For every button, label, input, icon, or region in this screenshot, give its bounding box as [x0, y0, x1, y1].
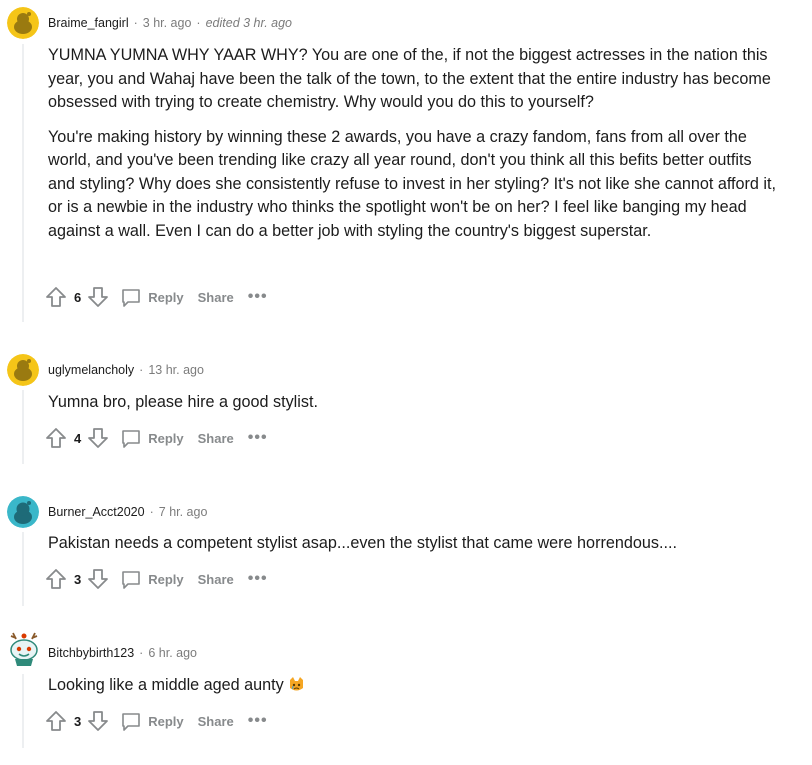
- author-name[interactable]: uglymelancholy: [48, 363, 134, 377]
- share-button[interactable]: Share: [198, 714, 234, 729]
- speech-bubble-icon: [122, 713, 141, 731]
- downvote-arrow-icon[interactable]: [86, 567, 110, 591]
- reply-label: Reply: [148, 571, 184, 587]
- crying-cat-emoji: [288, 676, 305, 701]
- avatar[interactable]: [7, 496, 39, 528]
- author-name[interactable]: Burner_Acct2020: [48, 505, 145, 519]
- comment-body: Looking like a middle aged aunty: [48, 674, 778, 712]
- comment-actions: 3 Reply Share •••: [44, 707, 268, 735]
- comment-actions: 3 Reply Share •••: [44, 565, 268, 593]
- edited-label: edited 3 hr. ago: [205, 16, 293, 30]
- reply-label: Reply: [148, 713, 184, 729]
- separator: ·: [149, 505, 154, 519]
- thread-line[interactable]: [22, 532, 24, 606]
- comment-meta: Bitchbybirth123 · 6 hr. ago: [48, 643, 197, 663]
- comment-text: Looking like a middle aged aunty: [48, 676, 284, 694]
- speech-bubble-icon: [122, 430, 141, 448]
- comment-paragraph: Pakistan needs a competent stylist asap.…: [48, 534, 677, 552]
- reply-button[interactable]: Reply: [120, 710, 184, 732]
- share-button[interactable]: Share: [198, 290, 234, 305]
- festive-snoo-avatar-icon: [10, 632, 38, 666]
- reply-button[interactable]: Reply: [120, 427, 184, 449]
- comment-actions: 4 Reply Share •••: [44, 424, 268, 452]
- share-button[interactable]: Share: [198, 572, 234, 587]
- avatar[interactable]: [7, 630, 39, 666]
- reply-label: Reply: [148, 430, 184, 446]
- comment-meta: Braime_fangirl · 3 hr. ago · edited 3 hr…: [48, 13, 292, 33]
- more-options-icon[interactable]: •••: [248, 571, 268, 587]
- separator: ·: [139, 363, 144, 377]
- comment-paragraph: YUMNA YUMNA WHY YAAR WHY? You are one of…: [48, 46, 771, 111]
- comment-body: Yumna bro, please hire a good stylist.: [48, 391, 778, 426]
- vote-count: 3: [74, 571, 82, 587]
- reply-label: Reply: [148, 289, 184, 305]
- timestamp[interactable]: 3 hr. ago: [143, 16, 192, 30]
- upvote-arrow-icon[interactable]: [44, 426, 68, 450]
- snoo-avatar-icon: [7, 496, 39, 528]
- downvote-arrow-icon[interactable]: [86, 709, 110, 733]
- speech-bubble-icon: [122, 289, 141, 307]
- reply-button[interactable]: Reply: [120, 286, 184, 308]
- upvote-arrow-icon[interactable]: [44, 567, 68, 591]
- separator: ·: [133, 16, 138, 30]
- more-options-icon[interactable]: •••: [248, 713, 268, 729]
- comment-meta: Burner_Acct2020 · 7 hr. ago: [48, 502, 207, 522]
- thread-line[interactable]: [22, 390, 24, 464]
- author-name[interactable]: Braime_fangirl: [48, 16, 129, 30]
- upvote-arrow-icon[interactable]: [44, 709, 68, 733]
- downvote-arrow-icon[interactable]: [86, 426, 110, 450]
- reply-button[interactable]: Reply: [120, 568, 184, 590]
- vote-count: 6: [74, 289, 82, 305]
- comment-paragraph: Looking like a middle aged aunty: [48, 674, 778, 701]
- separator: ·: [139, 646, 144, 660]
- separator: ·: [196, 16, 201, 30]
- comment-paragraph: You're making history by winning these 2…: [48, 127, 777, 240]
- vote-count: 3: [74, 713, 82, 729]
- thread-line[interactable]: [22, 44, 24, 322]
- avatar[interactable]: [7, 7, 39, 39]
- comment-meta: uglymelancholy · 13 hr. ago: [48, 360, 204, 380]
- more-options-icon[interactable]: •••: [248, 430, 268, 446]
- downvote-arrow-icon[interactable]: [86, 285, 110, 309]
- comment-body: Pakistan needs a competent stylist asap.…: [48, 532, 778, 567]
- timestamp[interactable]: 13 hr. ago: [148, 363, 204, 377]
- speech-bubble-icon: [122, 571, 141, 589]
- comment-actions: 6 Reply Share •••: [44, 283, 268, 311]
- timestamp[interactable]: 6 hr. ago: [148, 646, 197, 660]
- author-name[interactable]: Bitchbybirth123: [48, 646, 134, 660]
- more-options-icon[interactable]: •••: [248, 289, 268, 305]
- timestamp[interactable]: 7 hr. ago: [159, 505, 208, 519]
- avatar[interactable]: [7, 354, 39, 386]
- comment-paragraph: Yumna bro, please hire a good stylist.: [48, 393, 318, 411]
- snoo-avatar-icon: [7, 7, 39, 39]
- snoo-avatar-icon: [7, 354, 39, 386]
- vote-count: 4: [74, 430, 82, 446]
- comment-body: YUMNA YUMNA WHY YAAR WHY? You are one of…: [48, 44, 778, 254]
- upvote-arrow-icon[interactable]: [44, 285, 68, 309]
- share-button[interactable]: Share: [198, 431, 234, 446]
- thread-line[interactable]: [22, 674, 24, 748]
